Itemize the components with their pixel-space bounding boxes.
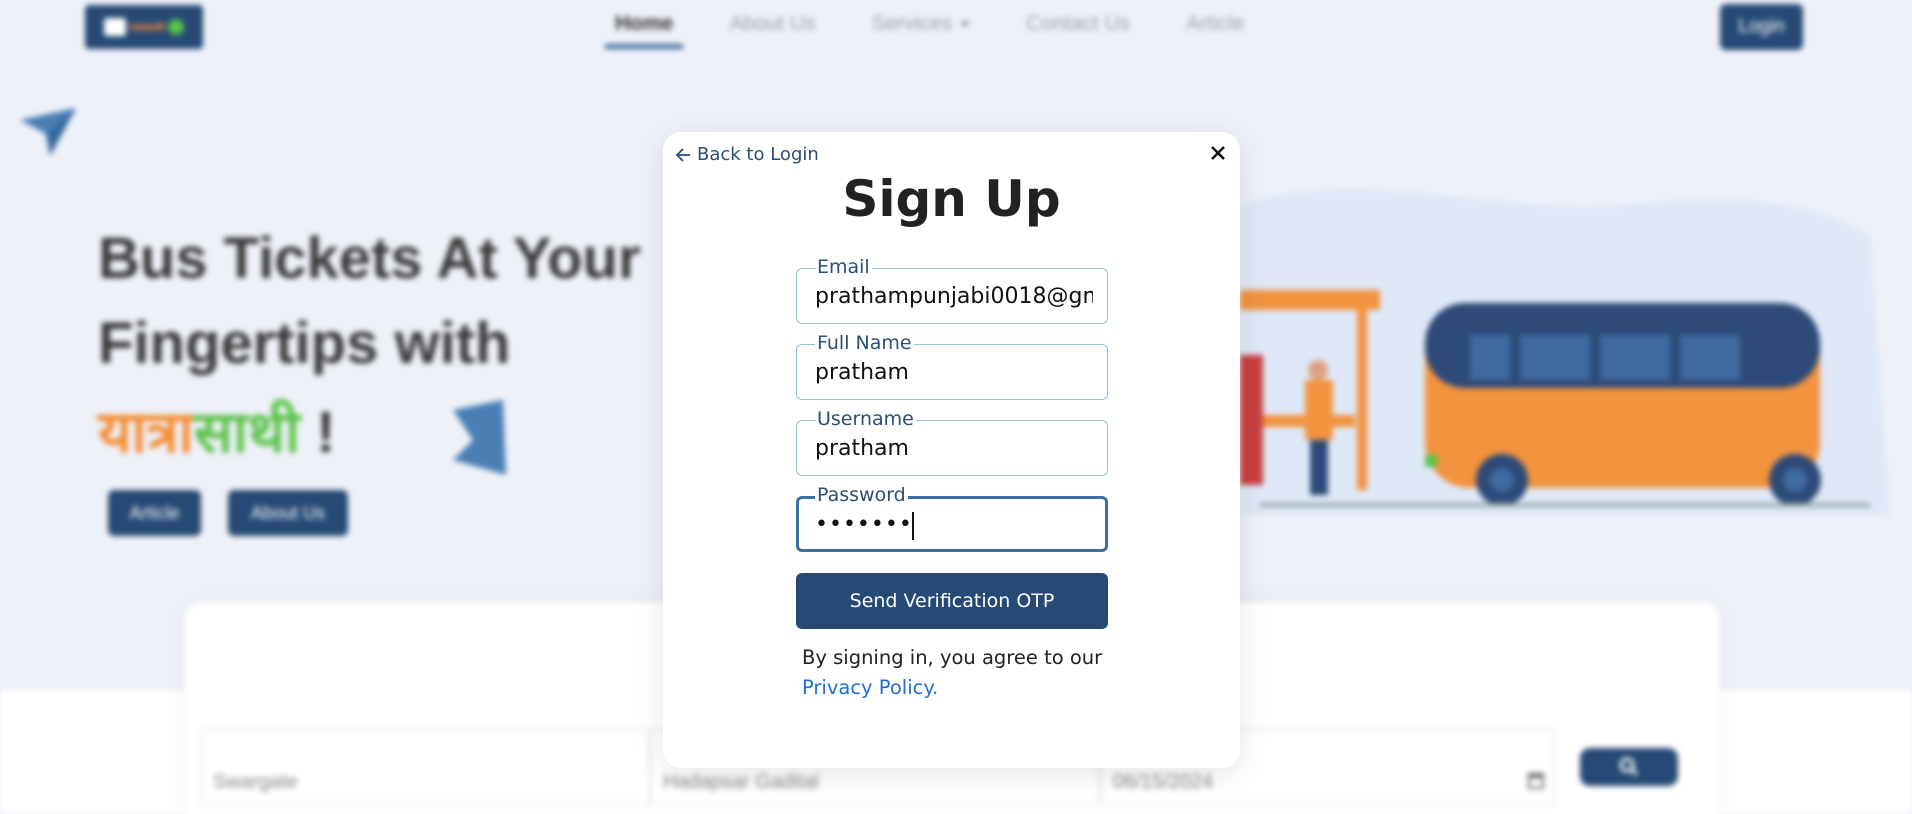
agreement-text: By signing in, you agree to our Privacy … [802,643,1122,703]
email-label: Email [815,256,872,278]
from-value: Swargate [213,771,298,793]
nav-article[interactable]: Article [1186,12,1244,49]
site-logo[interactable]: यात्रासाथी [85,5,203,49]
send-otp-button[interactable]: Send Verification OTP [796,573,1108,629]
signup-modal: Back to Login Sign Up Email Full Name Us… [663,132,1240,768]
email-field: Email [796,256,1108,324]
decorative-shape [453,400,506,475]
login-button[interactable]: Login [1720,4,1803,50]
nav-contact-us[interactable]: Contact Us [1026,12,1130,49]
privacy-policy-link[interactable]: Privacy Policy. [802,676,938,699]
hero-article-button[interactable]: Article [108,490,201,536]
hero-heading-line1: Bus Tickets At Your [98,226,641,291]
nav-services-label: Services [871,12,953,35]
logo-text: यात्रासाथी [129,23,165,34]
close-icon[interactable] [1207,142,1229,164]
bus-stop-illustration [1240,189,1890,515]
page-title: Sign Up [842,170,1061,228]
nav-links: Home About Us Services Contact Us Articl… [605,12,1301,49]
password-label: Password [815,484,908,506]
bus-icon [103,18,126,36]
hero-about-us-button[interactable]: About Us [228,490,348,536]
hero-brand-line: यात्रासाथी ! [98,390,335,469]
paper-plane-icon [20,108,76,156]
password-field: Password [796,484,1108,552]
search-icon [1619,757,1639,777]
from-field[interactable]: Swargate [200,730,650,805]
brand-part-orange: यात्रा [98,400,194,465]
email-input[interactable] [815,282,1093,310]
password-input[interactable] [815,510,1093,538]
username-input[interactable] [815,434,1093,462]
nav-home[interactable]: Home [605,12,684,49]
nav-services[interactable]: Services [872,12,971,49]
username-label: Username [815,408,916,430]
chevron-down-icon [960,20,971,28]
calendar-icon[interactable] [1528,773,1544,789]
agreement-label: By signing in, you agree to our [802,646,1103,669]
full-name-field: Full Name [796,332,1108,400]
nav-about-us[interactable]: About Us [729,12,815,49]
logo-mark [168,19,185,35]
username-field: Username [796,408,1108,476]
hero-heading-line2: Fingertips with [98,311,511,376]
back-to-login-link[interactable]: Back to Login [675,144,819,165]
full-name-input[interactable] [815,358,1093,386]
search-button[interactable] [1580,748,1678,786]
back-to-login-label: Back to Login [697,144,819,165]
brand-part-green: साथी [193,400,301,465]
date-value: 06/15/2024 [1113,771,1214,793]
to-value: Hadapsar Gadital [663,771,819,793]
text-cursor [912,512,914,540]
arrow-left-icon [675,147,690,162]
brand-suffix: ! [300,400,336,465]
navbar: यात्रासाथी Home About Us Services Contac… [0,0,1912,60]
full-name-label: Full Name [815,332,914,354]
